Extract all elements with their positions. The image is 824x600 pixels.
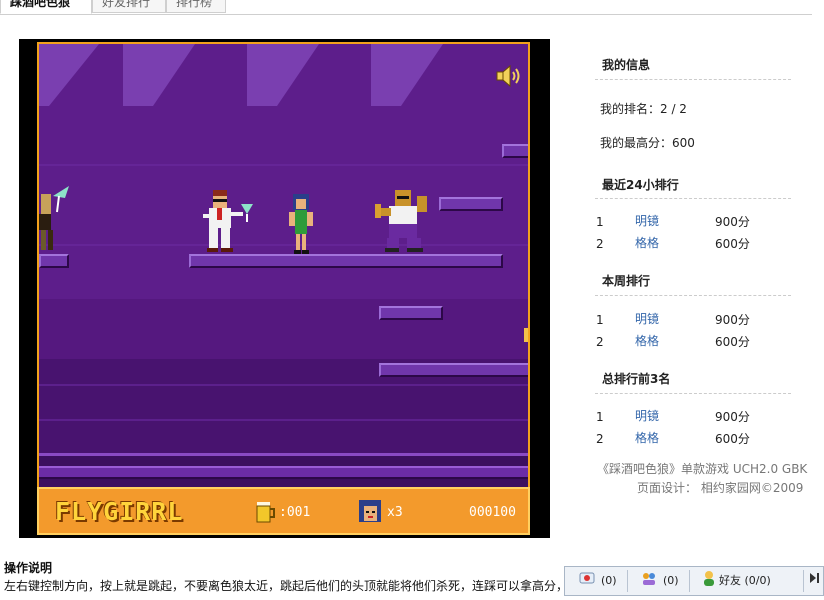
rank-index: 1 — [596, 313, 604, 327]
divider — [595, 393, 791, 394]
platform — [379, 306, 443, 320]
footer-design-credit: 页面设计： 相约家园网©2009 — [637, 481, 804, 495]
tab-game[interactable]: 踩酒吧色狼 — [0, 0, 92, 14]
ceiling-light — [39, 44, 49, 106]
wall-stripe — [39, 419, 528, 421]
ceiling-light-beam — [401, 44, 443, 106]
rank-player-link[interactable]: 格格 — [635, 332, 659, 349]
instructions-text: 左右键控制方向，按上就是跳起，不要离色狼太近，跳起后他们的头顶就能将他们杀死，连… — [4, 579, 564, 593]
platform — [39, 254, 69, 268]
rank-player-link[interactable]: 格格 — [635, 234, 659, 251]
ceiling-light — [371, 44, 401, 106]
wall-stripe — [39, 384, 528, 386]
divider — [627, 570, 628, 592]
game-stage[interactable] — [37, 42, 530, 489]
divider — [595, 79, 791, 80]
beer-count: :001 — [279, 505, 311, 520]
ceiling-light-beam — [49, 44, 99, 106]
my-info-title: 我的信息 — [602, 58, 651, 72]
ceiling-light — [123, 44, 153, 106]
rank-player-link[interactable]: 明镜 — [635, 310, 659, 327]
section-title: 总排行前3名 — [602, 372, 671, 386]
wall-stripe — [39, 164, 528, 166]
wall-stripe — [39, 244, 528, 246]
notice-icon[interactable] — [641, 570, 657, 586]
ceiling-light-beam — [153, 44, 195, 106]
section-title: 本周排行 — [602, 274, 651, 288]
rank-index: 2 — [596, 335, 604, 349]
my-rank: 我的排名：2 / 2 — [600, 102, 687, 116]
score-readout: 000100 — [469, 505, 516, 520]
message-icon[interactable] — [579, 570, 595, 586]
rank-score: 900分 — [715, 410, 750, 424]
platform — [502, 144, 528, 158]
tab-leaderboard[interactable]: 排行榜 — [166, 0, 226, 13]
divider — [595, 295, 791, 296]
player-man-sprite — [203, 190, 253, 252]
ceiling-light — [247, 44, 277, 106]
rank-score: 600分 — [715, 335, 750, 349]
rank-player-link[interactable]: 明镜 — [635, 407, 659, 424]
divider — [803, 570, 804, 592]
game-status-bar: FLYGIRRL :001 x3 000100 — [37, 487, 530, 535]
beer-mug-icon — [256, 502, 275, 523]
instructions-title: 操作说明 — [4, 561, 53, 575]
bar-wall-band — [39, 299, 528, 359]
tab-bar: 踩酒吧色狼 好友排行 排行榜 — [0, 0, 812, 15]
rank-index: 1 — [596, 215, 604, 229]
bottom-dock: (0) (0) 好友 (0/0) — [564, 566, 824, 596]
my-best-score: 我的最高分：600 — [600, 136, 695, 150]
platform — [379, 363, 528, 377]
rank-index: 1 — [596, 410, 604, 424]
rank-score: 900分 — [715, 215, 750, 229]
girl-sprite — [289, 194, 313, 254]
footer-game-credit: 《踩酒吧色狼》单款游戏 UCH2.0 GBK — [597, 462, 808, 476]
tab-friend-ranking[interactable]: 好友排行 — [92, 0, 166, 13]
rank-index: 2 — [596, 432, 604, 446]
ceiling-light-beam — [277, 44, 319, 106]
girl-face-icon — [359, 500, 381, 522]
notice-count[interactable]: (0) — [663, 570, 679, 592]
rank-score: 600分 — [715, 237, 750, 251]
rank-player-link[interactable]: 明镜 — [635, 212, 659, 229]
rank-player-link[interactable]: 格格 — [635, 429, 659, 446]
rank-score: 600分 — [715, 432, 750, 446]
friend-icon[interactable] — [701, 570, 717, 586]
game-logo: FLYGIRRL — [55, 497, 184, 526]
enemy-thug-sprite — [39, 186, 69, 250]
divider — [689, 570, 690, 592]
bar-floor — [39, 453, 528, 487]
next-icon[interactable] — [806, 570, 822, 586]
rank-score: 900分 — [715, 313, 750, 327]
section-title: 最近24小排行 — [602, 178, 679, 192]
game-frame[interactable]: FLYGIRRL :001 x3 000100 — [19, 39, 550, 538]
speaker-icon[interactable] — [496, 65, 522, 87]
friends-count[interactable]: 好友 (0/0) — [719, 570, 771, 592]
rank-index: 2 — [596, 237, 604, 251]
message-count[interactable]: (0) — [601, 570, 617, 592]
divider — [595, 198, 791, 199]
platform — [439, 197, 503, 211]
platform — [189, 254, 503, 268]
enemy-bouncer-sprite — [375, 190, 427, 252]
coin — [524, 328, 528, 342]
lives-count: x3 — [387, 505, 403, 520]
